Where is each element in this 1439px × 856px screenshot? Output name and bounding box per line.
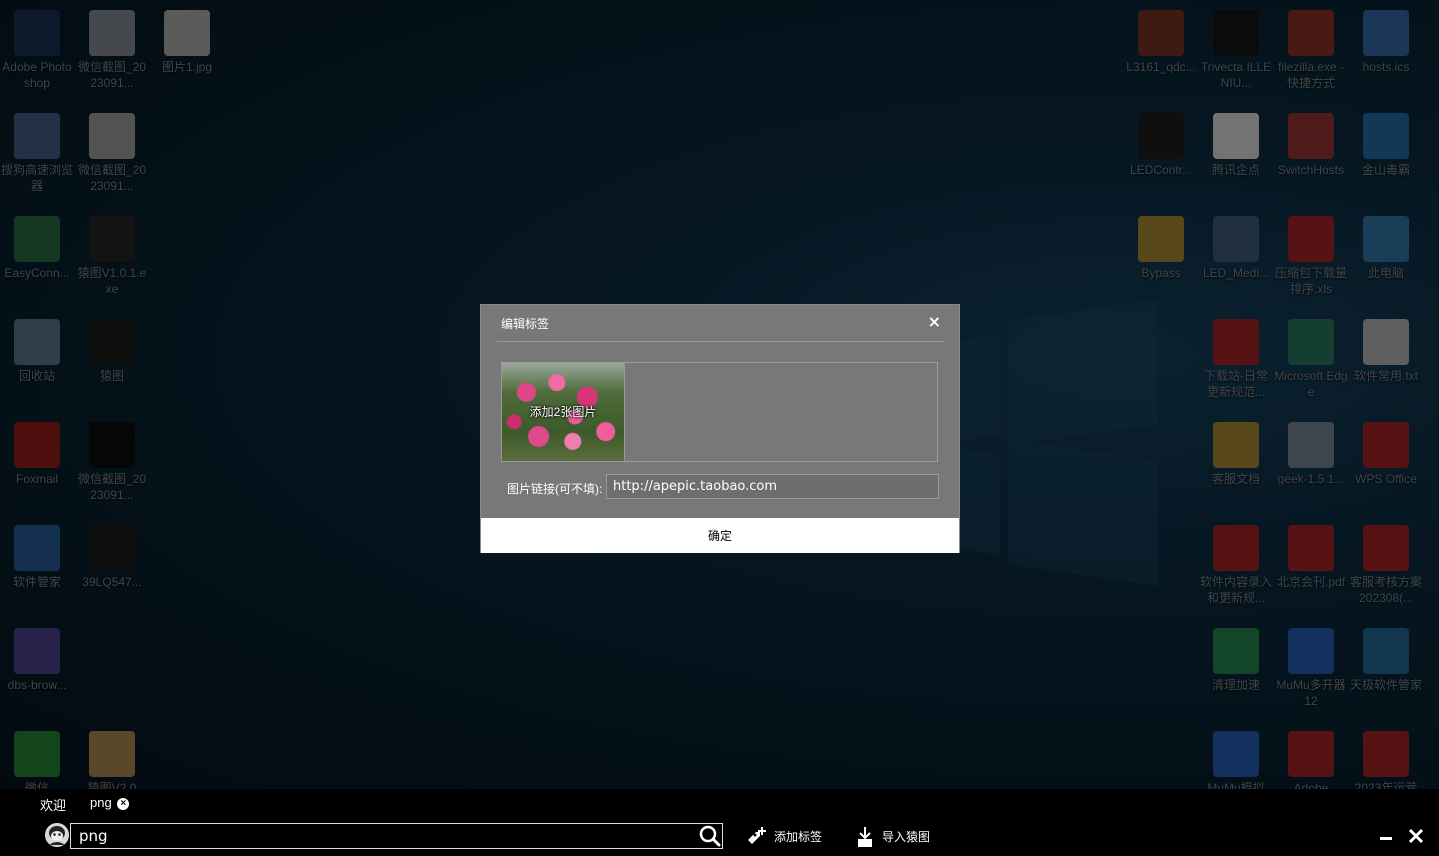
tab-welcome-label: 欢迎: [40, 798, 67, 813]
tab-welcome[interactable]: 欢迎: [40, 795, 66, 814]
add-image-thumbnail[interactable]: 添加2张图片: [502, 363, 625, 461]
minimize-icon[interactable]: [1375, 825, 1397, 847]
add-tag-button[interactable]: 添加标签: [746, 826, 836, 848]
tab-png[interactable]: png ×: [90, 795, 130, 810]
add-tag-label: 添加标签: [774, 830, 823, 844]
import-icon: [858, 827, 872, 847]
dialog-header: 编辑标签 ×: [497, 305, 945, 342]
dialog-title: 编辑标签: [501, 317, 550, 331]
image-link-label: 图片链接(可不填):: [507, 482, 603, 496]
confirm-button[interactable]: 确定: [481, 518, 959, 553]
search-input[interactable]: [70, 823, 723, 849]
close-app-icon[interactable]: [1405, 825, 1427, 847]
image-list: 添加2张图片: [501, 362, 938, 462]
tab-close-icon[interactable]: ×: [117, 798, 130, 810]
edit-tag-dialog: 编辑标签 × 添加2张图片 图片链接(可不填): 确定: [480, 304, 960, 553]
close-icon[interactable]: ×: [928, 312, 941, 331]
tab-png-label: png: [90, 795, 112, 810]
add-tag-icon: [748, 827, 766, 844]
avatar[interactable]: [45, 823, 69, 847]
search-icon[interactable]: [697, 824, 723, 848]
import-button[interactable]: 导入猿图: [854, 826, 944, 848]
import-label: 导入猿图: [882, 830, 931, 844]
image-link-input[interactable]: [606, 474, 939, 499]
bottom-toolbar: 欢迎 png × 添加标签 导入猿图: [0, 789, 1439, 856]
add-image-label: 添加2张图片: [529, 405, 597, 419]
